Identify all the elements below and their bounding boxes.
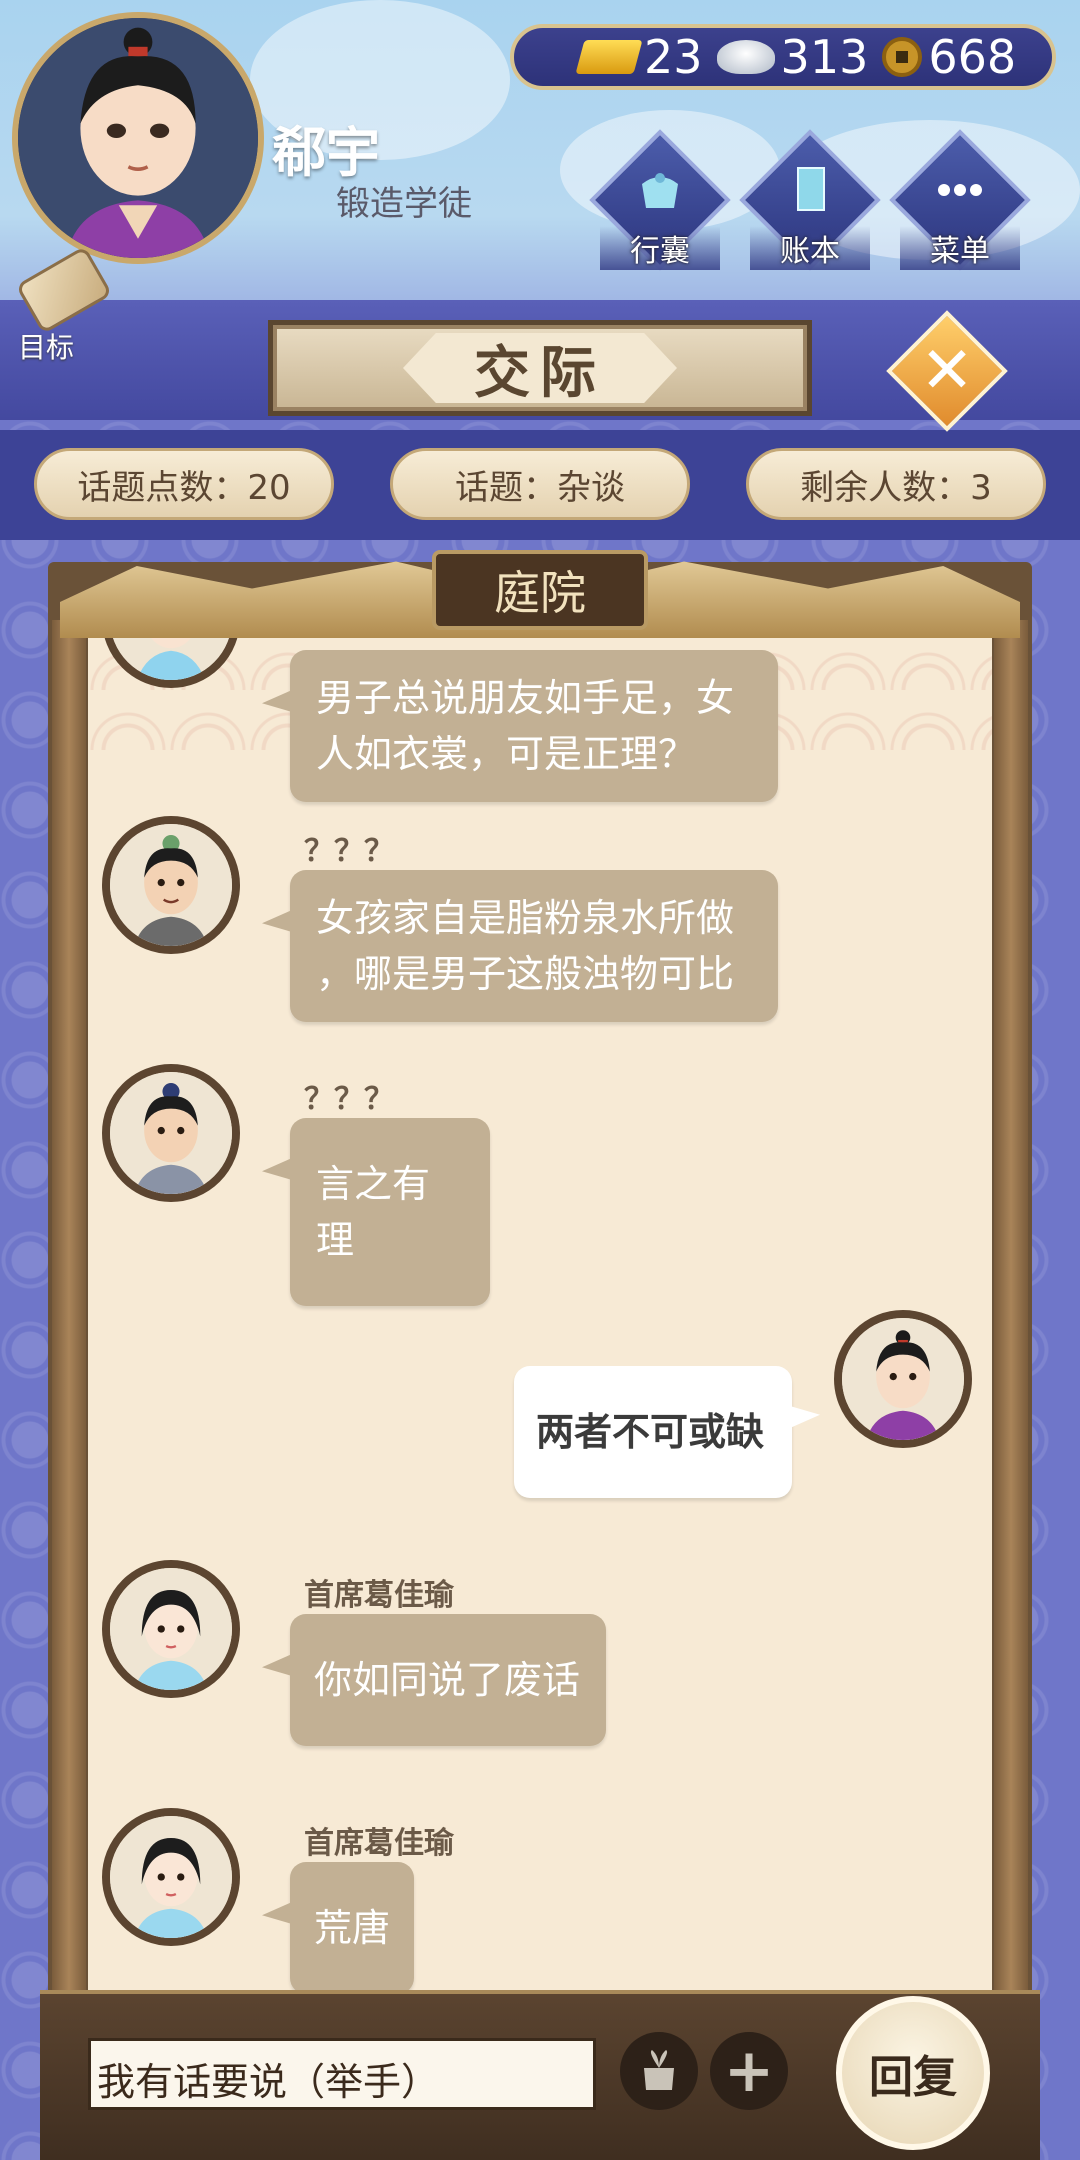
scroll-rail-left [52, 620, 86, 2060]
copper-counter: 668 [882, 30, 1016, 84]
copper-amount: 668 [928, 30, 1017, 84]
ledger-label: 账本 [750, 226, 870, 270]
chat-log[interactable]: 男子总说朋友如手足，女 人如衣裳，可是正理？ ？？？ 女孩家自是脂粉泉水所做 ，… [88, 630, 992, 2030]
scroll-rail-right [994, 620, 1028, 2060]
bag-label: 行囊 [600, 226, 720, 270]
location-plate: 庭院 [432, 550, 648, 630]
bubble-line: 你如同说了废话 [314, 1658, 581, 1702]
silver-counter: 313 [716, 30, 869, 84]
goal-button[interactable]: 目标 [15, 245, 113, 364]
add-button[interactable]: + [710, 2032, 788, 2110]
bubble-line: ，哪是男子这般浊物可比 [316, 952, 735, 996]
sender-name: ？？？ [304, 834, 394, 869]
bubble-line: 言之有理 [316, 1162, 431, 1262]
chat-bubble: 你如同说了废话 [290, 1614, 606, 1746]
bag-icon [642, 173, 678, 208]
sender-name: 首席葛佳瑜 [304, 1826, 454, 1861]
gift-button[interactable] [620, 2032, 698, 2110]
gold-amount: 23 [644, 30, 703, 84]
panel-title-bar: 交际 [268, 320, 812, 416]
player-title: 锻造学徒 [336, 184, 472, 224]
menu-label: 菜单 [900, 226, 1020, 270]
ledger-icon [797, 167, 825, 211]
gold-counter: 23 [575, 30, 703, 84]
bubble-line: 两者不可或缺 [536, 1410, 765, 1454]
sender-name: ？？？ [304, 1082, 394, 1117]
my-chat-bubble: 两者不可或缺 [514, 1366, 792, 1498]
topic-points-pill: 话题点数：20 [34, 448, 334, 520]
npc-avatar [102, 1808, 240, 1946]
player-chat-avatar [834, 1310, 972, 1448]
gift-icon [644, 2050, 674, 2090]
bag-button[interactable]: 行囊 [589, 129, 731, 271]
topic-pill: 话题：杂谈 [390, 448, 690, 520]
silver-ingot-icon [716, 40, 775, 74]
npc-avatar [102, 1560, 240, 1698]
reply-button[interactable]: 回复 [836, 1996, 990, 2150]
bubble-line: 荒唐 [314, 1906, 391, 1950]
panel-title: 交际 [403, 333, 677, 403]
ledger-button[interactable]: 账本 [739, 129, 881, 271]
speak-input[interactable]: 我有话要说（举手） [88, 2038, 596, 2110]
bubble-line: 人如衣裳，可是正理？ [316, 732, 697, 776]
copper-coin-icon [882, 37, 923, 77]
more-icon [938, 184, 982, 196]
silver-amount: 313 [780, 30, 869, 84]
bubble-line: 男子总说朋友如手足，女 [316, 676, 735, 720]
close-icon[interactable]: ✕ [904, 328, 990, 414]
bubble-line: 女孩家自是脂粉泉水所做 [316, 896, 735, 940]
npc-avatar [102, 1064, 240, 1202]
currency-bar: 23 313 668 [510, 24, 1056, 90]
npc-avatar [102, 816, 240, 954]
chat-bubble: 荒唐 [290, 1862, 414, 1994]
gold-ingot-icon [575, 40, 643, 74]
chat-bubble: 言之有理 [290, 1118, 490, 1306]
chat-bubble: 女孩家自是脂粉泉水所做 ，哪是男子这般浊物可比 [290, 870, 778, 1022]
player-avatar[interactable] [12, 12, 264, 264]
menu-button[interactable]: 菜单 [889, 129, 1031, 271]
chat-bubble: 男子总说朋友如手足，女 人如衣裳，可是正理？ [290, 650, 778, 802]
goal-label: 目标 [18, 331, 75, 364]
remaining-pill: 剩余人数：3 [746, 448, 1046, 520]
sender-name: 首席葛佳瑜 [304, 1578, 454, 1613]
